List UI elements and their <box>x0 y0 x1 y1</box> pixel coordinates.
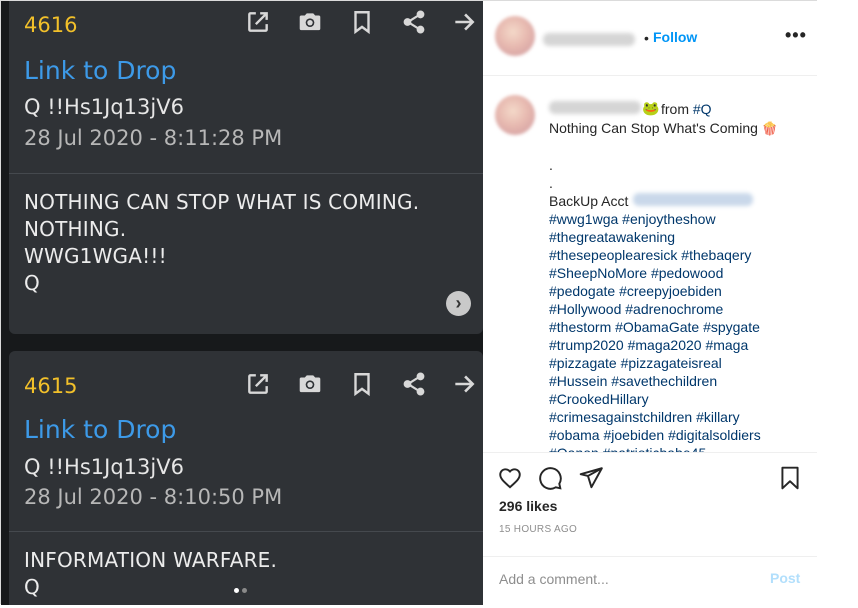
popcorn-emoji: 🍿 <box>761 121 778 136</box>
carousel-dots <box>234 580 250 598</box>
hashtag-line[interactable]: #obama #joebiden #digitalsoldiers <box>549 426 778 444</box>
caption-title-text: Nothing Can Stop What's Coming <box>549 120 758 136</box>
caption-text: Nothing Can Stop What's Coming 🍿 . . Bac… <box>549 119 778 452</box>
caption-area: 🐸 from #Q Nothing Can Stop What's Coming… <box>483 76 817 452</box>
drop-message: NOTHING CAN STOP WHAT IS COMING. NOTHING… <box>24 189 419 297</box>
hashtag-line[interactable]: #pedogate #creepyjoebiden <box>549 282 778 300</box>
bookmark-icon <box>349 9 375 35</box>
drop-line: NOTHING. <box>24 217 127 241</box>
carousel-dot-active <box>234 588 239 593</box>
drop-header: 4616 Link to Drop Q !!Hs1Jq13jV6 28 Jul … <box>9 1 483 173</box>
drop-card: 4615 Link to Drop Q !!Hs1Jq13jV6 28 Jul … <box>9 351 483 605</box>
drop-number: 4616 <box>24 13 78 37</box>
hashtag-line[interactable]: #SheepNoMore #pedowood <box>549 264 778 282</box>
forward-icon <box>451 9 477 35</box>
likes-count[interactable]: 296 likes <box>499 498 557 514</box>
link-to-drop: Link to Drop <box>24 415 177 444</box>
frog-emoji: 🐸 <box>642 100 660 116</box>
from-label: from <box>661 101 693 117</box>
bookmark-icon <box>349 371 375 397</box>
hashtag-line[interactable]: #CrookedHillary <box>549 390 778 408</box>
post-header: • Follow ••• <box>483 1 817 76</box>
drop-date: 28 Jul 2020 - 8:10:50 PM <box>24 485 283 509</box>
hashtag-link[interactable]: #Q <box>693 101 712 117</box>
backup-label: BackUp Acct <box>549 193 629 209</box>
drop-line: NOTHING CAN STOP WHAT IS COMING. <box>24 190 420 214</box>
divider <box>9 173 483 174</box>
drop-tripcode: Q !!Hs1Jq13jV6 <box>24 455 184 479</box>
divider <box>9 531 483 532</box>
carousel-next-button[interactable]: › <box>446 291 471 316</box>
drop-card: 4616 Link to Drop Q !!Hs1Jq13jV6 28 Jul … <box>9 1 483 334</box>
caption-dot: . <box>549 175 553 191</box>
hashtag-line[interactable]: #Hussein #savethechildren <box>549 372 778 390</box>
drop-tripcode: Q !!Hs1Jq13jV6 <box>24 95 184 119</box>
caption-title: Nothing Can Stop What's Coming 🍿 <box>549 119 778 138</box>
forward-icon <box>451 371 477 397</box>
open-external-icon <box>245 9 271 35</box>
post-actions: 296 likes 15 HOURS AGO Post <box>483 452 817 606</box>
comment-bar: Post <box>483 556 817 607</box>
link-to-drop: Link to Drop <box>24 56 177 85</box>
camera-icon <box>297 371 323 397</box>
hashtag-line[interactable]: #thesepeoplearesick #thebaqery <box>549 246 778 264</box>
avatar[interactable] <box>495 16 535 56</box>
share-send-icon[interactable] <box>578 465 604 491</box>
carousel-dot <box>242 588 247 593</box>
comment-icon[interactable] <box>537 465 563 491</box>
hashtag-line[interactable]: #thegreatawakening <box>549 228 778 246</box>
post-timestamp[interactable]: 15 HOURS AGO <box>499 524 577 535</box>
hashtag-line[interactable]: #thestorm #ObamaGate #spygate <box>549 318 778 336</box>
separator-dot: • <box>644 30 649 46</box>
camera-icon <box>297 9 323 35</box>
open-external-icon <box>245 371 271 397</box>
hashtag-line[interactable]: #trump2020 #maga2020 #maga <box>549 336 778 354</box>
more-options-icon[interactable]: ••• <box>785 25 807 46</box>
follow-button[interactable]: Follow <box>653 29 697 45</box>
hashtag-line[interactable]: #wwg1wga #enjoytheshow <box>549 210 778 228</box>
drop-line: INFORMATION WARFARE. <box>24 548 278 572</box>
comment-input[interactable] <box>499 569 749 589</box>
share-icon <box>401 9 427 35</box>
from-tag-line: from #Q <box>661 101 712 117</box>
avatar[interactable] <box>495 95 535 135</box>
save-bookmark-icon[interactable] <box>777 465 803 491</box>
username-blurred[interactable] <box>543 33 635 46</box>
hashtag-line[interactable]: #crimesagainstchildren #killary <box>549 408 778 426</box>
backup-account-blurred[interactable] <box>633 193 753 206</box>
drop-date: 28 Jul 2020 - 8:11:28 PM <box>24 126 283 150</box>
instagram-post-modal: 4616 Link to Drop Q !!Hs1Jq13jV6 28 Jul … <box>0 0 817 605</box>
post-media: 4616 Link to Drop Q !!Hs1Jq13jV6 28 Jul … <box>1 1 483 605</box>
username-blurred[interactable] <box>549 101 641 114</box>
drop-number: 4615 <box>24 374 78 398</box>
post-comment-button[interactable]: Post <box>770 570 800 586</box>
drop-header: 4615 Link to Drop Q !!Hs1Jq13jV6 28 Jul … <box>9 351 483 529</box>
hashtag-line[interactable]: #pizzagate #pizzagateisreal <box>549 354 778 372</box>
hashtag-line[interactable]: #Hollywood #adrenochrome <box>549 300 778 318</box>
post-panel: • Follow ••• 🐸 from #Q Nothing Can Stop … <box>483 1 817 605</box>
share-icon <box>401 371 427 397</box>
drop-line: Q <box>24 271 40 295</box>
heart-icon[interactable] <box>497 465 523 491</box>
hashtag-line[interactable]: #Qanon #patrioticbabe45 <box>549 444 778 452</box>
drop-line: WWG1WGA!!! <box>24 244 167 268</box>
caption-dot: . <box>549 157 553 173</box>
